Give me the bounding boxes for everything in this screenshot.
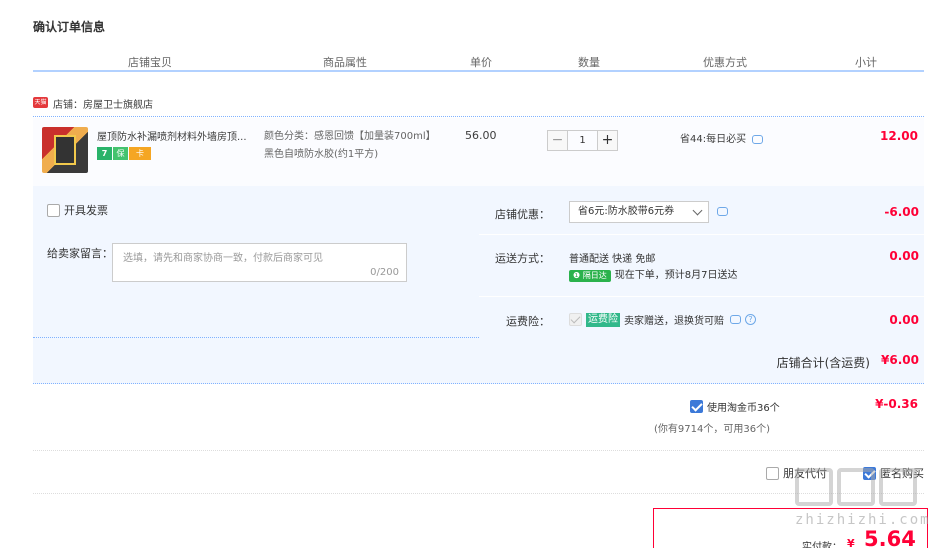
col-subtotal: 小计 [855,56,877,69]
store-discount-selected: 省6元:防水胶带6元券 [578,206,675,217]
watermark-text: zhizhizhi.com [795,512,931,528]
credit-card-icon[interactable]: 卡 [129,147,151,160]
message-placeholder: 选填，请先和商家协商一致，付款后商家可见 [123,253,323,264]
quantity-minus-button[interactable]: − [547,130,568,151]
use-coins-checkbox[interactable] [690,400,703,413]
insurance-row: 运费险： 运费险 卖家赠送，退换货可赔 ? 0.00 [479,297,924,338]
invoice-checkbox[interactable] [47,203,60,217]
insurance-checkbox [569,313,582,326]
col-shop-item: 店铺宝贝 [128,56,172,69]
col-discount: 优惠方式 [703,56,747,69]
item-promo: 省44:每日必买 [680,130,764,145]
insurance-info: 运费险 卖家赠送，退换货可赔 ? [569,312,756,327]
shipping-eta: 现在下单，预计8月7日送达 [614,270,738,281]
shipping-label: 运送方式： [495,252,550,265]
insurance-tag: 运费险 [586,312,620,327]
shipping-amount: 0.00 [889,249,919,263]
quantity-input[interactable]: 1 [568,130,597,151]
message-label: 给卖家留言： [47,247,113,260]
shipping-eta-line: ❶ 隔日达 现在下单，预计8月7日送达 [569,266,737,282]
chat-bubble-icon[interactable] [730,315,741,324]
service-icons: 7 保 卡 [97,147,151,160]
unit-price: 56.00 [465,129,497,142]
tmall-icon: 天猫 [33,97,48,108]
shop-total-row: 店铺合计(含运费) ¥6.00 [33,338,924,384]
order-options-panel: 开具发票 给卖家留言： 选填，请先和商家协商一致，付款后商家可见 0/200 [33,186,479,338]
pricing-panel: 店铺优惠： 省6元:防水胶带6元券 -6.00 运送方式： 普通配送 快递 免邮… [479,186,924,338]
payment-options-row: 朋友代付 匿名购买 [33,452,924,494]
coins-available: (你有9714个，可用36个) [654,424,770,435]
product-name-link[interactable]: 屋顶防水补漏喷剂材料外墙房顶... [97,128,262,143]
quantity-stepper: − 1 + [547,130,618,151]
product-attributes: 颜色分类：感恩回馈【加量装700ml】黑色自喷防水胶(约1平方) [264,131,436,160]
shop-total-value: ¥6.00 [881,353,919,367]
invoice-option[interactable]: 开具发票 [47,202,108,218]
insurance-amount: 0.00 [889,313,919,327]
store-discount-label: 店铺优惠： [495,208,550,221]
store-discount-select[interactable]: 省6元:防水胶带6元券 [569,201,709,223]
chat-bubble-icon[interactable] [752,135,764,144]
watermark-logo [795,468,935,506]
seller-message-input[interactable]: 选填，请先和商家协商一致，付款后商家可见 0/200 [112,243,407,282]
chevron-down-icon [692,205,703,216]
shop-total-label: 店铺合计(含运费) [776,356,870,370]
page-title: 确认订单信息 [33,20,106,34]
coins-row: 使用淘金币36个 (你有9714个，可用36个) ¥-0.36 [33,385,924,451]
col-quantity: 数量 [578,56,600,69]
item-subtotal: 12.00 [880,129,918,143]
quantity-plus-button[interactable]: + [597,130,618,151]
message-char-count: 0/200 [370,267,399,278]
shipping-method: 普通配送 快递 免邮 [569,254,656,265]
friend-pay-checkbox[interactable] [766,466,779,480]
item-promo-text: 省44:每日必买 [680,134,747,145]
use-coins-label: 使用淘金币36个 [707,403,780,414]
store-discount-amount: -6.00 [884,205,919,219]
seven-day-return-icon[interactable]: 7 [97,147,112,160]
insurance-text: 卖家赠送，退换货可赔 [624,316,724,327]
coins-amount: ¥-0.36 [875,397,918,411]
invoice-label: 开具发票 [64,204,108,217]
next-day-badge: ❶ 隔日达 [569,270,611,282]
chat-bubble-icon[interactable] [717,207,728,216]
guarantee-icon[interactable]: 保 [113,147,128,160]
column-header: 店铺宝贝 商品属性 单价 数量 优惠方式 小计 [33,52,924,72]
site-watermark: zhizhizhi.com [795,468,935,543]
insurance-label: 运费险： [506,315,550,328]
product-thumbnail[interactable] [42,127,88,173]
col-attributes: 商品属性 [323,56,367,69]
shop-name-link[interactable]: 店铺：房屋卫士旗舰店 [53,96,153,111]
shipping-row: 运送方式： 普通配送 快递 免邮 ❶ 隔日达 现在下单，预计8月7日送达 0.00 [479,235,924,297]
help-icon[interactable]: ? [745,314,756,325]
order-item-row: 屋顶防水补漏喷剂材料外墙房顶... 7 保 卡 颜色分类：感恩回馈【加量装700… [33,118,924,186]
use-coins-option[interactable]: 使用淘金币36个 [690,399,780,414]
shop-row: 天猫 店铺：房屋卫士旗舰店 [33,93,924,117]
col-price: 单价 [470,56,492,69]
store-discount-row: 店铺优惠： 省6元:防水胶带6元券 -6.00 [479,186,924,235]
